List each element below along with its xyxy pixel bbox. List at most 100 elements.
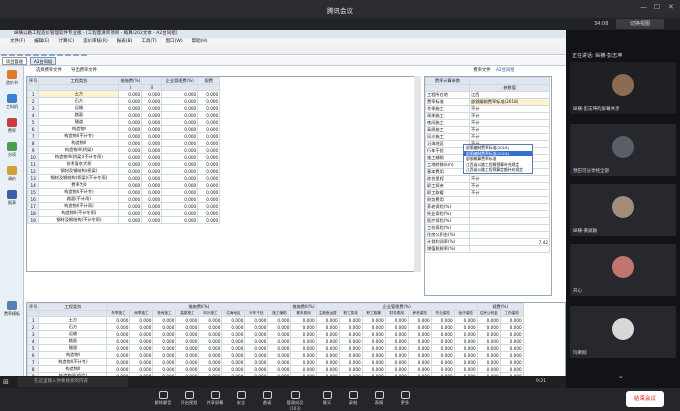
value-cell[interactable]: 0.000 [197, 181, 221, 190]
value-cell[interactable]: 0.000 [175, 351, 200, 360]
value-cell[interactable]: 0.000 [197, 216, 221, 225]
menu-item-0[interactable]: 文件(F) [10, 39, 25, 44]
value-cell[interactable]: 0.000 [290, 351, 317, 360]
value-cell[interactable]: 0.000 [197, 139, 221, 148]
category-cell[interactable]: 构造物I(不计冬) [38, 132, 120, 141]
value-cell[interactable]: 0.000 [175, 316, 200, 325]
value-cell[interactable]: 0.000 [161, 174, 199, 183]
table-row[interactable]: 1 土方 0.000 0.000 0.000 0.000 0.000 0.000 0.000 0.… [27, 316, 524, 325]
sidebar-item-1[interactable]: 工料机 [2, 94, 22, 110]
value-cell[interactable]: 0.000 [290, 344, 317, 353]
value-cell[interactable]: 0.000 [430, 337, 455, 346]
category-cell[interactable]: 土方 [38, 90, 120, 99]
value-cell[interactable]: 0.000 [141, 118, 163, 127]
category-cell[interactable]: 钢材及钢结构(不计冬雨) [38, 216, 120, 225]
table-row[interactable]: 5 隧道 0.000 0.000 0.000 0.000 [27, 118, 221, 127]
menu-item-3[interactable]: 造价审核(R) [83, 39, 108, 44]
value-cell[interactable]: 0.000 [315, 358, 340, 367]
toolbar-button-5[interactable]: 管理成员(103) [282, 391, 308, 411]
value-cell[interactable]: 0.000 [407, 351, 432, 360]
table-row[interactable]: 4 路面 0.000 0.000 0.000 0.000 [27, 111, 221, 120]
table-row[interactable]: 19 钢材及钢结构(不计冬雨) 0.000 0.000 0.000 0.000 [27, 216, 221, 225]
value-cell[interactable]: 0.000 [430, 351, 455, 360]
value-cell[interactable]: 0.000 [141, 209, 163, 218]
value-cell[interactable]: 0.000 [106, 365, 131, 374]
value-cell[interactable]: 0.000 [384, 316, 409, 325]
category-cell[interactable]: 构造物I [38, 125, 120, 134]
value-cell[interactable]: 0.000 [221, 323, 246, 332]
table-row[interactable]: 4 路面 0.000 0.000 0.000 0.000 0.000 0.000 0.000 0.… [27, 337, 524, 346]
value-cell[interactable]: 0.000 [141, 216, 163, 225]
category-cell[interactable]: 钢材及钢结构(桥梁) [38, 167, 120, 176]
value-cell[interactable]: 0.000 [453, 351, 478, 360]
value-cell[interactable]: 0.000 [118, 139, 143, 148]
category-cell[interactable]: 运输 [38, 104, 120, 113]
value-cell[interactable]: 0.000 [221, 330, 246, 339]
value-cell[interactable]: 0.000 [198, 365, 223, 374]
sidebar-item-2[interactable]: 费率 [2, 118, 22, 134]
category-cell[interactable]: 隧道 [38, 118, 120, 127]
value-cell[interactable]: 0.000 [407, 344, 432, 353]
category-cell[interactable]: 土方 [38, 316, 108, 325]
param-value[interactable] [469, 217, 550, 225]
participant-tile-4[interactable]: 开心 [570, 244, 676, 296]
value-cell[interactable]: 0.000 [476, 365, 501, 374]
value-cell[interactable]: 0.000 [152, 337, 177, 346]
value-cell[interactable]: 0.000 [198, 351, 223, 360]
table-row[interactable]: 14 费率为0 0.000 0.000 0.000 0.000 [27, 181, 221, 190]
value-cell[interactable]: 0.000 [141, 188, 163, 197]
toolbar-button-6[interactable]: 聊天 [314, 391, 340, 406]
param-value[interactable] [469, 196, 550, 204]
end-meeting-button[interactable]: 结束会议 [626, 391, 664, 407]
vat-rate-value[interactable] [469, 245, 550, 253]
value-cell[interactable]: 0.000 [197, 132, 221, 141]
value-cell[interactable]: 0.000 [161, 139, 199, 148]
value-cell[interactable]: 0.000 [161, 209, 199, 218]
param-row[interactable]: 失业保险(%) [425, 210, 550, 218]
profit-rate-value[interactable]: 7.42 [469, 238, 550, 246]
value-cell[interactable]: 0.000 [407, 337, 432, 346]
value-cell[interactable]: 0.000 [384, 358, 409, 367]
menu-item-5[interactable]: 工具(T) [141, 39, 156, 44]
value-cell[interactable]: 0.000 [161, 167, 199, 176]
value-cell[interactable]: 0.000 [361, 316, 386, 325]
value-cell[interactable]: 0.000 [129, 316, 154, 325]
value-cell[interactable]: 0.000 [141, 195, 163, 204]
value-cell[interactable]: 0.000 [476, 323, 501, 332]
value-cell[interactable]: 0.000 [361, 323, 386, 332]
value-cell[interactable]: 0.000 [198, 344, 223, 353]
category-cell[interactable]: 隧道 [38, 344, 108, 353]
value-cell[interactable]: 0.000 [152, 330, 177, 339]
toolbar-button-2[interactable]: 共享屏幕 [202, 391, 228, 406]
category-cell[interactable]: 钢材及钢结构(桥梁)(不计冬雨) [38, 174, 120, 183]
param-value[interactable] [469, 224, 550, 232]
value-cell[interactable]: 0.000 [315, 330, 340, 339]
param-row[interactable]: 夜间施工 不计 [425, 119, 550, 127]
table-row[interactable]: 8 构造物II 0.000 0.000 0.000 0.000 0.000 0.000 0.00… [27, 365, 524, 374]
param-row[interactable]: 财务费用 [425, 196, 550, 204]
chevron-down-icon[interactable]: ⌄ [618, 372, 624, 380]
value-cell[interactable]: 0.000 [267, 323, 292, 332]
value-cell[interactable]: 0.000 [499, 337, 524, 346]
value-cell[interactable]: 0.000 [141, 174, 163, 183]
value-cell[interactable]: 0.000 [244, 337, 269, 346]
category-cell[interactable]: 构造物I(不计冬) [38, 358, 108, 367]
value-cell[interactable]: 0.000 [141, 153, 163, 162]
param-value[interactable] [469, 210, 550, 218]
value-cell[interactable]: 0.000 [106, 337, 131, 346]
category-cell[interactable]: 构造物III(桥梁)(不计冬雨) [38, 153, 120, 162]
value-cell[interactable]: 0.000 [161, 118, 199, 127]
value-cell[interactable]: 0.000 [161, 132, 199, 141]
value-cell[interactable]: 0.000 [141, 97, 163, 106]
value-cell[interactable]: 0.000 [221, 358, 246, 367]
category-cell[interactable]: 费率为0 [38, 181, 120, 190]
value-cell[interactable]: 0.000 [197, 90, 221, 99]
param-row[interactable]: 工伤保险(%) [425, 224, 550, 232]
value-cell[interactable]: 0.000 [290, 358, 317, 367]
value-cell[interactable]: 0.000 [384, 323, 409, 332]
value-cell[interactable]: 0.000 [453, 337, 478, 346]
windows-start-icon[interactable]: ⊞ [3, 378, 11, 386]
param-row[interactable]: 风沙施工 不计 [425, 133, 550, 141]
value-cell[interactable]: 0.000 [152, 351, 177, 360]
value-cell[interactable]: 0.000 [161, 188, 199, 197]
